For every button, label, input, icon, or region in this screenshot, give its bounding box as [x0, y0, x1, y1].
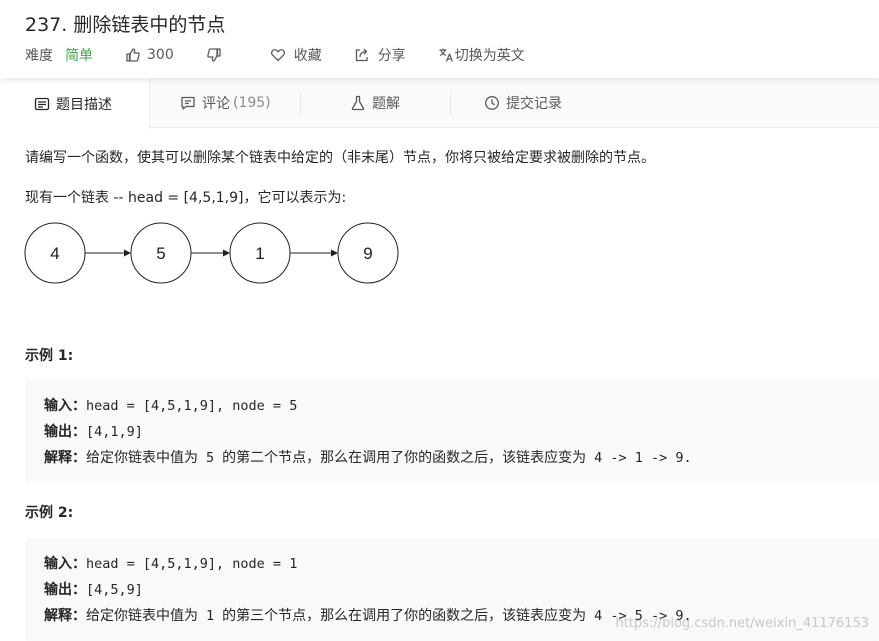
example-input-line: 输入： head = [4,5,1,9], node = 1 [44, 553, 297, 573]
tab-divider [300, 92, 301, 114]
tab-comments[interactable]: 评论 (195) [180, 78, 271, 128]
explain-value: 1 [206, 608, 215, 624]
example-1-title: 示例 1: [25, 348, 74, 364]
explain-text: 的第二个节点，那么在调用了你的函数之后，该链表应变为 [222, 450, 587, 466]
translate-icon [439, 48, 453, 62]
explain-label: 解释： [44, 608, 86, 624]
problem-header: 237. 删除链表中的节点 难度 简单 300 收藏 分享 切换为英文 [0, 0, 879, 78]
share-button[interactable]: 分享 [354, 45, 406, 65]
example-input-line: 输入： head = [4,5,1,9], node = 5 [44, 395, 297, 415]
list-node-value: 4 [50, 244, 59, 263]
example-output-line: 输出： [4,5,9] [44, 579, 143, 599]
input-label: 输入： [44, 398, 86, 414]
like-button[interactable]: 300 [125, 47, 174, 63]
problem-title: 237. 删除链表中的节点 [25, 14, 226, 36]
collect-button[interactable]: 收藏 [270, 45, 322, 65]
share-label: 分享 [377, 48, 406, 64]
flask-icon [351, 95, 365, 111]
example-explain-line: 解释： 给定你链表中值为 1 的第三个节点，那么在调用了你的函数之后，该链表应变… [44, 605, 692, 625]
output-label: 输出： [44, 582, 86, 598]
tab-bar: 题目描述 评论 (195) 题解 提交记录 [0, 78, 879, 129]
list-description: 现有一个链表 -- head = [4,5,1,9]，它可以表示为: [25, 190, 347, 206]
problem-meta-bar: 难度 简单 300 收藏 分享 切换为英文 [25, 44, 525, 66]
share-icon [355, 48, 368, 62]
explain-result: 4 -> 1 -> 9. [594, 450, 692, 466]
input-label: 输入： [44, 556, 86, 572]
thumbs-down-icon [206, 48, 221, 62]
tab-description-label: 题目描述 [56, 96, 112, 113]
output-label: 输出： [44, 424, 86, 440]
document-icon [34, 97, 50, 110]
tab-comments-label: 评论 [202, 96, 230, 112]
explain-label: 解释： [44, 450, 86, 466]
example-2-title: 示例 2: [25, 505, 74, 521]
switch-language-label: 切换为英文 [454, 48, 525, 64]
output-value: [4,1,9] [86, 424, 143, 440]
explain-text: 给定你链表中值为 [86, 450, 198, 466]
example-1-box: 输入： head = [4,5,1,9], node = 5 输出： [4,1,… [25, 380, 879, 483]
tab-comments-count: (195) [233, 95, 271, 111]
list-node-value: 9 [363, 244, 372, 263]
list-node-value: 1 [255, 244, 264, 263]
thumbs-up-icon [126, 48, 140, 62]
switch-language-button[interactable]: 切换为英文 [438, 45, 525, 65]
like-count: 300 [147, 47, 174, 63]
dislike-button[interactable] [206, 47, 222, 63]
difficulty-label: 难度 [25, 48, 53, 64]
problem-statement: 请编写一个函数，使其可以删除某个链表中给定的（非末尾）节点，你将只被给定要求被删… [25, 150, 655, 166]
tab-solution-label: 题解 [372, 96, 400, 112]
input-value: head = [4,5,1,9], node = 5 [86, 398, 298, 414]
tab-submissions-label: 提交记录 [506, 96, 562, 112]
tab-submissions[interactable]: 提交记录 [484, 78, 562, 128]
tab-divider [450, 92, 451, 114]
explain-value: 5 [206, 450, 215, 466]
example-explain-line: 解释： 给定你链表中值为 5 的第二个节点，那么在调用了你的函数之后，该链表应变… [44, 447, 692, 467]
example-output-line: 输出： [4,1,9] [44, 421, 143, 441]
clock-icon [485, 96, 499, 110]
comment-icon [181, 96, 195, 110]
linked-list-diagram: 4 5 1 9 [24, 222, 399, 284]
heart-icon [270, 49, 285, 62]
list-node-value: 5 [156, 244, 165, 263]
explain-text: 的第三个节点，那么在调用了你的函数之后，该链表应变为 [222, 608, 587, 624]
explain-text: 给定你链表中值为 [86, 608, 198, 624]
difficulty-value: 简单 [65, 48, 93, 64]
watermark: https://blog.csdn.net/weixin_41176153 [615, 616, 869, 631]
tab-solution[interactable]: 题解 [350, 78, 400, 128]
input-value: head = [4,5,1,9], node = 1 [86, 556, 298, 572]
tab-description[interactable]: 题目描述 [0, 78, 150, 129]
output-value: [4,5,9] [86, 582, 143, 598]
collect-label: 收藏 [293, 48, 322, 64]
